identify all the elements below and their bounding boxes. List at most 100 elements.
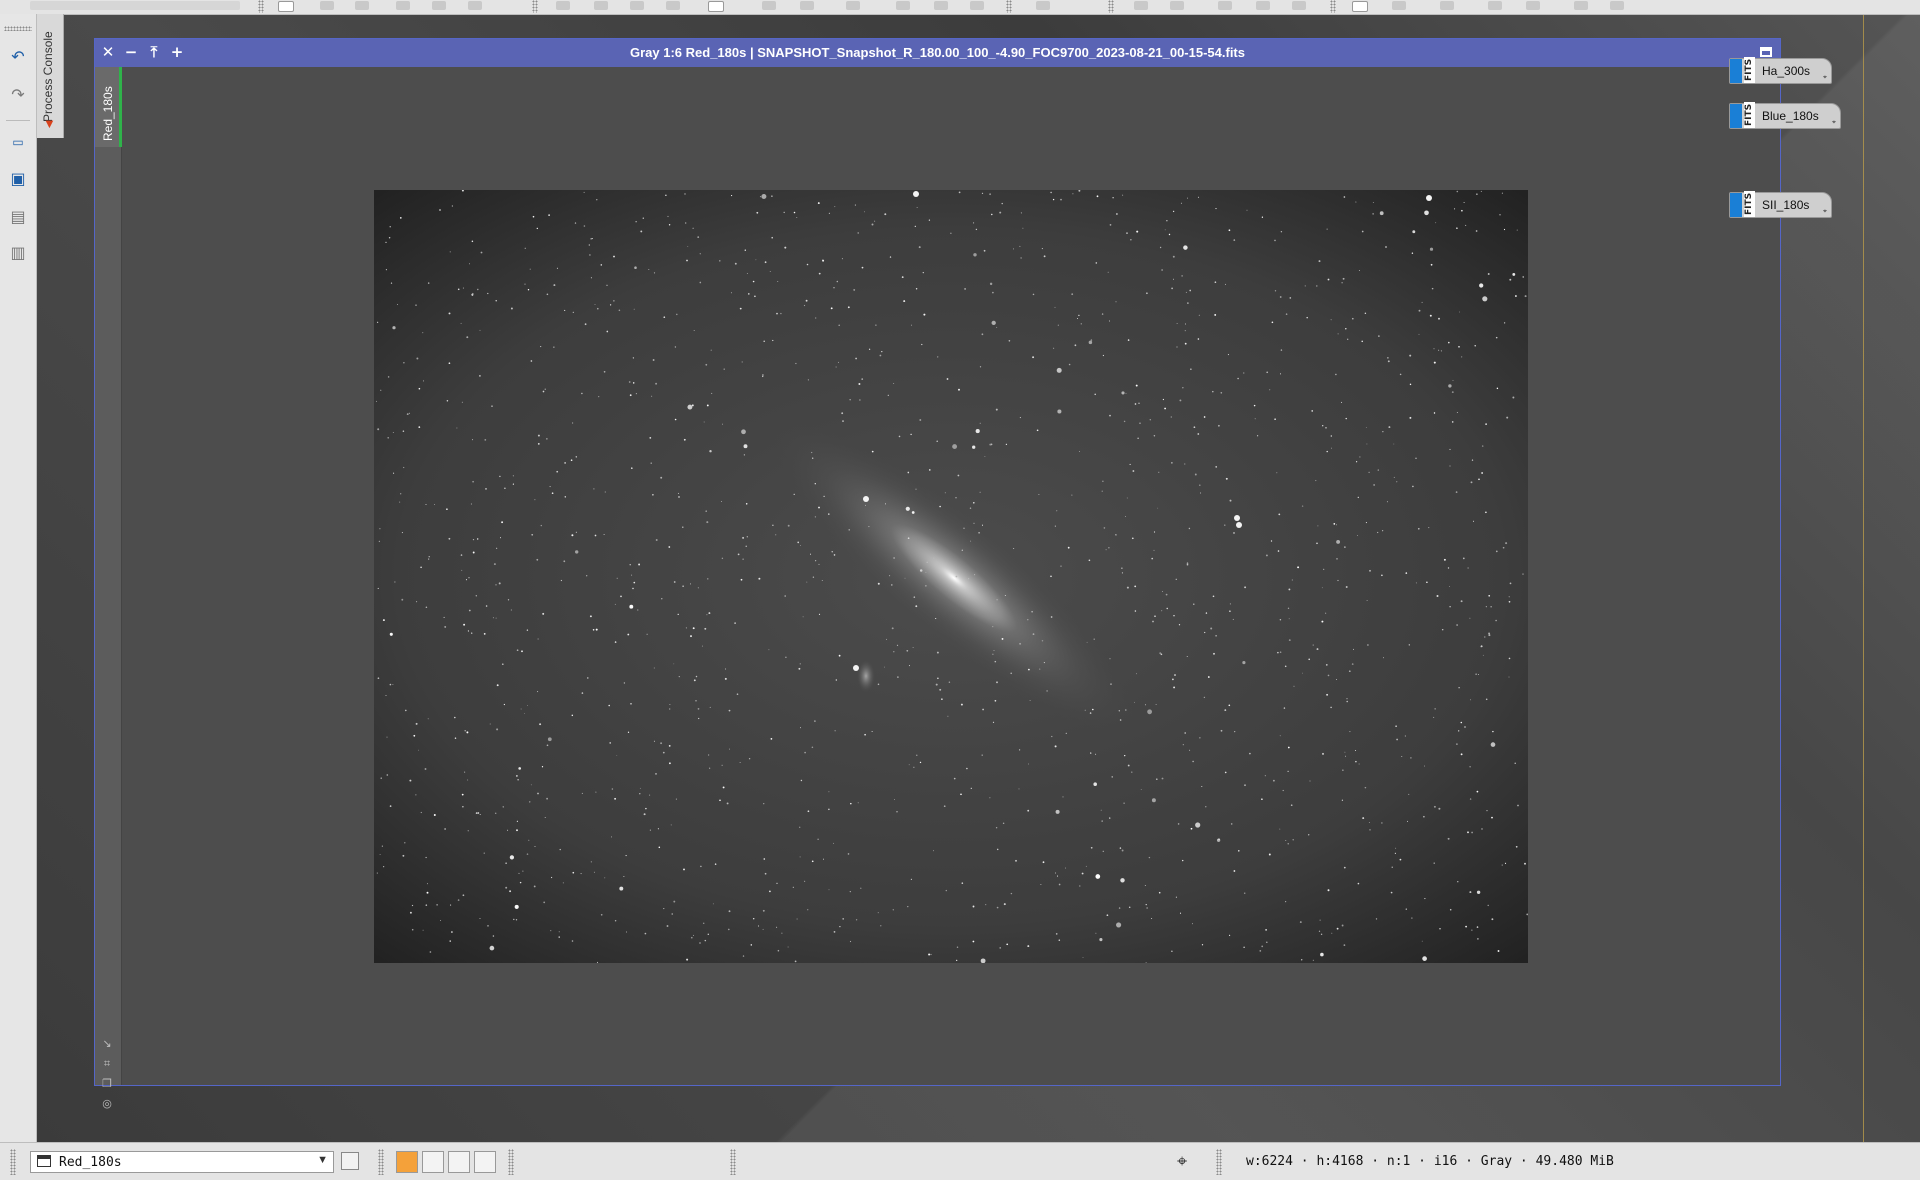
fits-icon-blue-180s[interactable]: FITS Blue_180s ⌖ <box>1729 102 1841 129</box>
redo-icon[interactable]: ↷ <box>8 84 28 104</box>
star <box>1040 884 1042 885</box>
toolbar-button[interactable] <box>1488 1 1502 10</box>
star <box>1515 845 1518 848</box>
star <box>1102 850 1104 852</box>
toolbar-button[interactable] <box>1292 1 1306 10</box>
toolbar-button[interactable] <box>1218 1 1232 10</box>
toolbar-handle[interactable] <box>730 1149 736 1175</box>
project-icon[interactable]: ▤ <box>8 206 28 226</box>
toolbar-handle[interactable] <box>1216 1149 1222 1175</box>
toolbar-button[interactable] <box>1256 1 1270 10</box>
toolbar-button[interactable] <box>468 1 482 10</box>
view-selector[interactable]: Red_180s ▼ <box>30 1151 334 1173</box>
star <box>881 350 883 353</box>
toolbar-button[interactable] <box>800 1 814 10</box>
star <box>1256 435 1259 437</box>
toolbar-button[interactable] <box>666 1 680 10</box>
toolbar-button[interactable] <box>630 1 644 10</box>
star-field <box>375 190 1528 963</box>
channel-swatch[interactable] <box>422 1151 444 1173</box>
toolbar-button[interactable] <box>1170 1 1184 10</box>
toolbar-button[interactable] <box>1574 1 1588 10</box>
star <box>1270 540 1273 542</box>
view-explorer-button[interactable] <box>341 1152 359 1170</box>
preview-icon[interactable]: ▭ <box>8 132 28 152</box>
toolbar-button[interactable] <box>846 1 860 10</box>
process-console-tab[interactable]: Process Console ▼ <box>37 14 64 138</box>
toolbar-button[interactable] <box>1392 1 1406 10</box>
toolbar-handle[interactable] <box>508 1149 514 1175</box>
toolbar-button[interactable] <box>396 1 410 10</box>
script-icon[interactable]: ▥ <box>8 242 28 262</box>
star <box>1184 463 1186 465</box>
star <box>1280 373 1281 375</box>
toolbar-button[interactable] <box>934 1 948 10</box>
channel-swatch[interactable] <box>448 1151 470 1173</box>
star <box>1325 427 1327 429</box>
view-tab-red-180s[interactable]: Red_180s <box>95 67 122 147</box>
star <box>809 553 812 555</box>
toolbar-button[interactable] <box>278 1 294 12</box>
copy-icon[interactable]: ❐ <box>100 1077 114 1091</box>
crop-icon[interactable]: ⌗ <box>100 1057 114 1071</box>
star <box>589 615 592 618</box>
fits-icon-ha-300s[interactable]: FITS Ha_300s ⌖ <box>1729 57 1832 84</box>
star <box>772 524 774 526</box>
star <box>776 926 778 928</box>
star <box>640 230 643 233</box>
toolbar-button[interactable] <box>594 1 608 10</box>
fits-icon-sii-180s[interactable]: FITS SII_180s ⌖ <box>1729 191 1832 218</box>
toolbar-handle[interactable] <box>378 1149 384 1175</box>
star <box>697 708 700 710</box>
star <box>1199 484 1201 486</box>
toolbar-button[interactable] <box>762 1 776 10</box>
star <box>593 488 595 490</box>
window-menu-icon[interactable] <box>1760 47 1772 57</box>
toolbar-handle[interactable] <box>4 26 32 31</box>
toolbar-button[interactable] <box>708 1 724 12</box>
window-title-bar[interactable]: ✕ − ⤒ + Gray 1:6 Red_180s | SNAPSHOT_Sna… <box>95 39 1780 67</box>
toolbar-button[interactable] <box>1440 1 1454 10</box>
star <box>1463 201 1465 204</box>
toolbar-handle[interactable] <box>1006 0 1012 13</box>
toolbar-button[interactable] <box>1036 1 1050 10</box>
star <box>780 312 782 315</box>
top-toolbar-combo[interactable] <box>30 1 240 10</box>
fits-badge-icon <box>1730 59 1742 83</box>
toolbar-handle[interactable] <box>1108 0 1114 13</box>
star <box>1288 618 1290 620</box>
star <box>595 791 597 793</box>
toolbar-button[interactable] <box>355 1 369 10</box>
star <box>546 293 549 296</box>
image-window[interactable]: ✕ − ⤒ + Gray 1:6 Red_180s | SNAPSHOT_Sna… <box>94 38 1781 1110</box>
astronomy-image[interactable] <box>374 190 1528 963</box>
new-window-icon[interactable]: ▣ <box>8 168 28 188</box>
undo-icon[interactable]: ↶ <box>8 46 28 66</box>
star <box>817 838 819 840</box>
star <box>1027 809 1030 812</box>
star <box>1228 704 1231 707</box>
channel-swatch[interactable] <box>474 1151 496 1173</box>
toolbar-handle[interactable] <box>532 0 538 13</box>
zoom-arrow-icon[interactable]: ↘ <box>100 1037 114 1051</box>
toolbar-button[interactable] <box>1610 1 1624 10</box>
star <box>1282 789 1284 792</box>
star <box>518 767 522 770</box>
toolbar-button[interactable] <box>1352 1 1368 12</box>
toolbar-button[interactable] <box>320 1 334 10</box>
toolbar-button[interactable] <box>556 1 570 10</box>
star <box>752 280 755 283</box>
channel-swatch[interactable] <box>396 1151 418 1173</box>
toolbar-handle[interactable] <box>258 0 264 13</box>
toolbar-handle[interactable] <box>10 1149 16 1175</box>
toolbar-button[interactable] <box>896 1 910 10</box>
toolbar-button[interactable] <box>1526 1 1540 10</box>
star <box>1220 729 1223 732</box>
toolbar-button[interactable] <box>970 1 984 10</box>
toolbar-handle[interactable] <box>1330 0 1336 13</box>
target-icon[interactable]: ◎ <box>100 1097 114 1111</box>
toolbar-button[interactable] <box>432 1 446 10</box>
toolbar-button[interactable] <box>1134 1 1148 10</box>
star <box>1385 246 1387 248</box>
chevron-down-icon[interactable]: ▼ <box>317 1154 328 1166</box>
